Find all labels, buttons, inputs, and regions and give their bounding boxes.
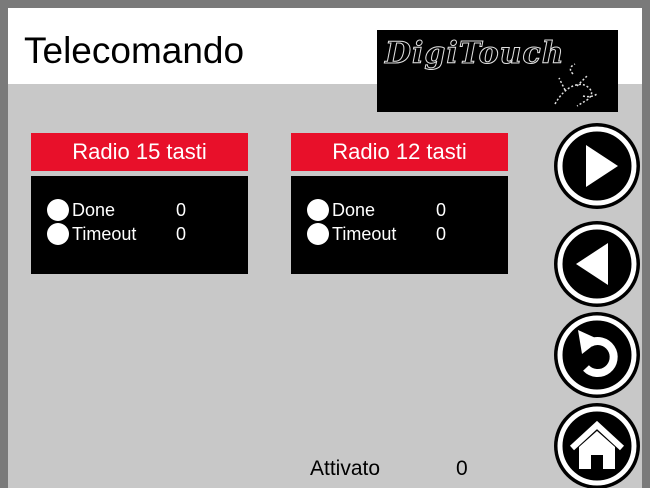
status-row-done: Done 0: [47, 199, 186, 221]
home-icon: [554, 403, 640, 488]
status-label: Timeout: [72, 223, 137, 244]
brand-logo: DigiTouch: [377, 30, 618, 112]
activated-value: 0: [456, 457, 468, 480]
status-value: 0: [436, 223, 447, 244]
status-row-timeout: Timeout 0: [307, 223, 446, 245]
panel-title: Radio 12 tasti: [291, 133, 508, 171]
page-title: Telecomando: [24, 30, 245, 71]
status-label: Timeout: [332, 223, 397, 244]
panel-body: Done 0 Timeout 0: [291, 176, 508, 274]
panel-radio-12: Radio 12 tasti Done 0 Timeout 0: [291, 133, 508, 274]
panel-body: Done 0 Timeout 0: [31, 176, 248, 274]
panel-radio-15: Radio 15 tasti Done 0 Timeout 0: [31, 133, 248, 274]
play-forward-icon: [554, 123, 640, 209]
undo-button[interactable]: [552, 310, 642, 400]
status-led-icon: [47, 223, 69, 245]
status-led-icon: [307, 199, 329, 221]
back-button[interactable]: [552, 219, 642, 309]
status-value: 0: [436, 199, 447, 220]
status-value: 0: [176, 223, 187, 244]
status-label: Done: [72, 199, 116, 220]
status-led-icon: [307, 223, 329, 245]
status-row-timeout: Timeout 0: [47, 223, 186, 245]
status-row-done: Done 0: [307, 199, 446, 221]
status-value: 0: [176, 199, 187, 220]
panel-title: Radio 15 tasti: [31, 133, 248, 171]
activated-label: Attivato: [310, 457, 381, 480]
status-label: Done: [332, 199, 376, 220]
undo-icon: [554, 312, 640, 398]
status-led-icon: [47, 199, 69, 221]
hand-touch-icon: [554, 63, 598, 107]
home-button[interactable]: [552, 401, 642, 488]
play-back-icon: [554, 221, 640, 307]
hmi-screen: Telecomando DigiTouch Radio 15 tasti Don…: [0, 0, 650, 488]
next-button[interactable]: [552, 121, 642, 211]
